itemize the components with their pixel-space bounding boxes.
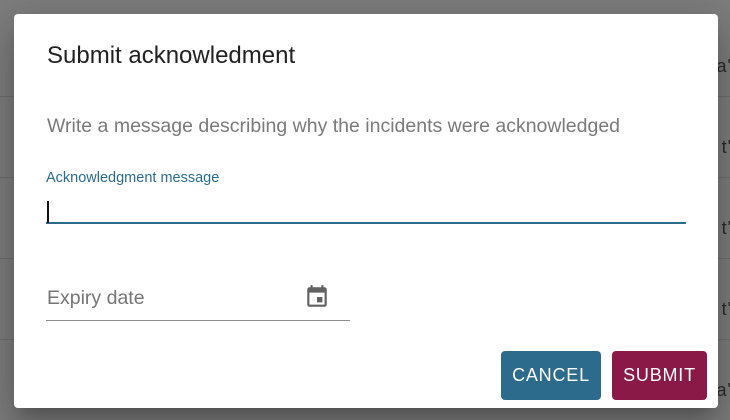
dialog-description: Write a message describing why the incid… — [47, 115, 621, 137]
calendar-icon[interactable] — [302, 282, 332, 312]
background-row-text: a' — [716, 56, 730, 76]
acknowledgment-message-field: Acknowledgment message — [46, 168, 686, 228]
dialog-title: Submit acknowledment — [47, 42, 296, 69]
submit-button[interactable]: SUBMIT — [612, 351, 707, 400]
background-row-text: t' — [721, 137, 730, 157]
acknowledgment-dialog: Submit acknowledment Write a message des… — [14, 14, 718, 408]
expiry-date-placeholder: Expiry date — [47, 287, 145, 309]
text-caret — [47, 201, 49, 223]
acknowledgment-message-input[interactable] — [46, 192, 686, 224]
cancel-button[interactable]: CANCEL — [501, 351, 601, 400]
background-row-text: a' — [716, 380, 730, 400]
background-row-text: t' — [721, 218, 730, 238]
expiry-date-field[interactable]: Expiry date — [46, 280, 350, 321]
background-row-text: t' — [721, 299, 730, 319]
acknowledgment-message-label: Acknowledgment message — [46, 170, 220, 186]
